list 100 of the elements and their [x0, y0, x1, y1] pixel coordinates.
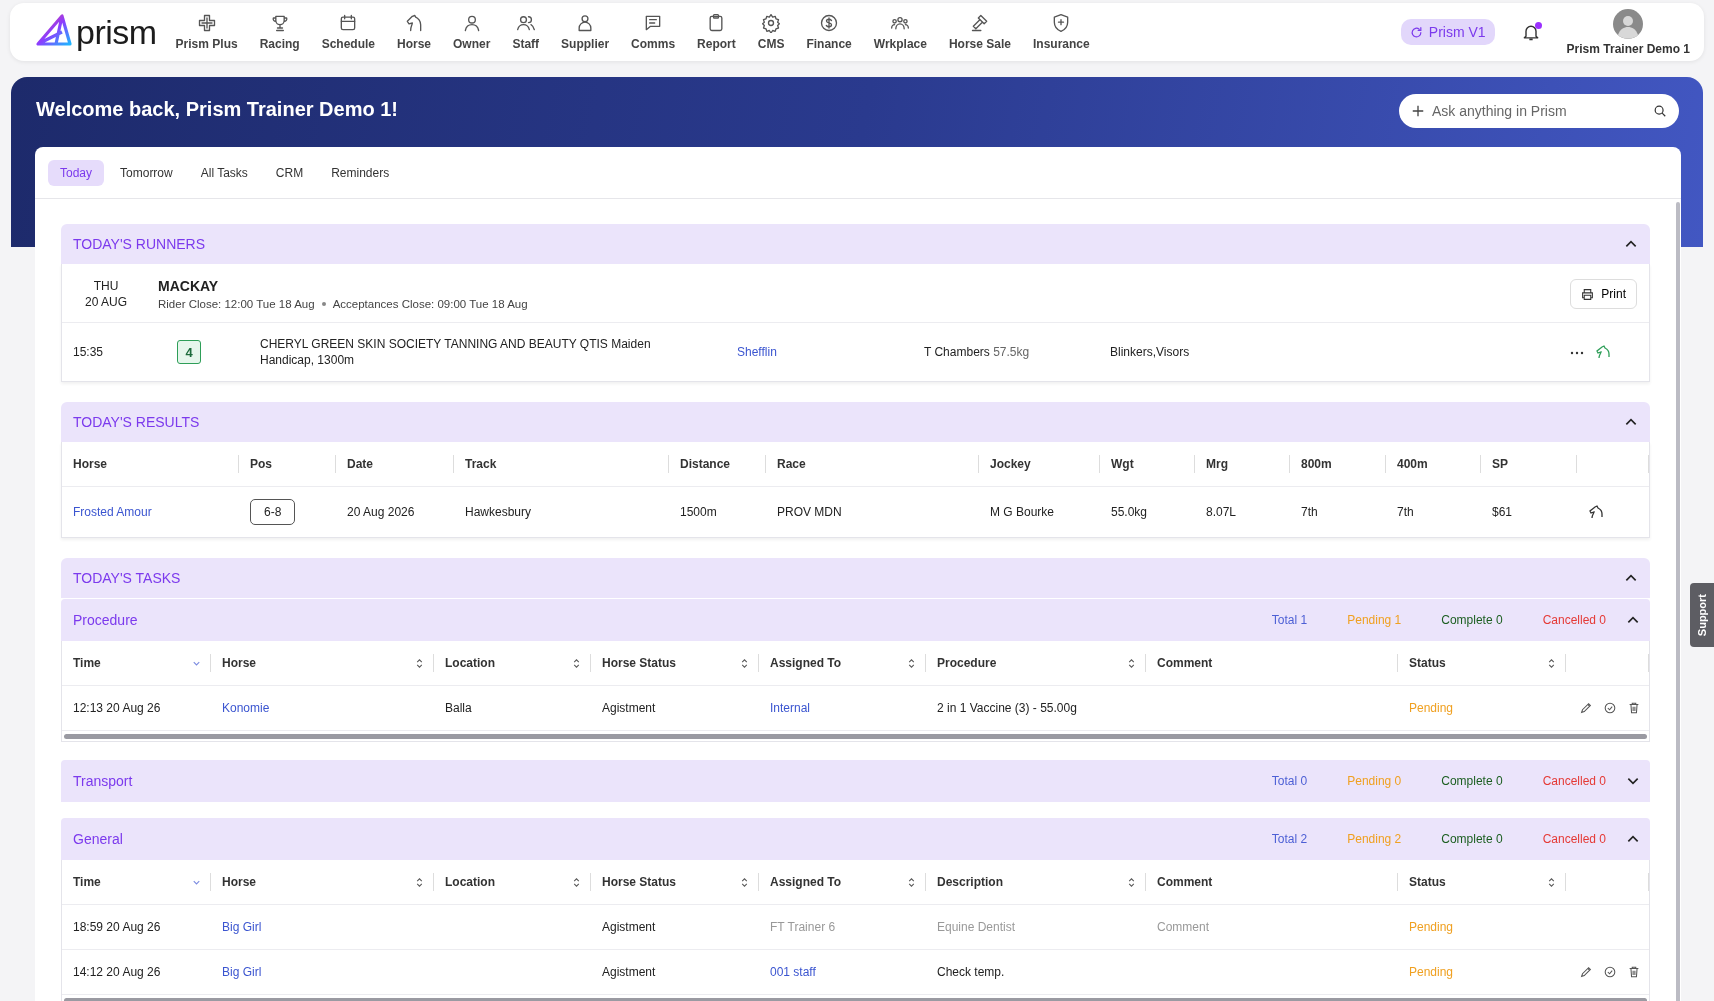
nav-item[interactable]: Owner [442, 13, 502, 51]
column-header[interactable]: Assigned To [770, 656, 842, 671]
column-header[interactable]: Comment [1157, 656, 1213, 671]
group-header[interactable]: Transport Total 0 Pending 0 Complete 0 Cancelled 0 [61, 760, 1650, 803]
column-header[interactable]: Horse Status [602, 656, 677, 671]
scrollbar[interactable] [1676, 202, 1680, 1001]
sort-icon[interactable] [1546, 876, 1557, 888]
tab[interactable]: Reminders [319, 160, 402, 186]
print-button[interactable]: Print [1570, 279, 1637, 309]
column-header[interactable]: Status [1409, 656, 1446, 671]
sort-icon[interactable] [1126, 657, 1137, 669]
sort-icon[interactable] [906, 876, 917, 888]
trash-icon[interactable] [1627, 701, 1641, 716]
nav-item[interactable]: Wrkplace [862, 13, 938, 51]
scrollbar[interactable] [64, 734, 1647, 740]
column-header[interactable]: Horse [222, 656, 256, 671]
cancelled-count: Cancelled 0 [1542, 832, 1606, 847]
column-header: Pos [239, 455, 336, 474]
section-header[interactable]: TODAY'S TASKS [61, 558, 1650, 599]
nav-item[interactable]: Finance [795, 13, 863, 51]
horse-link[interactable]: Frosted Amour [73, 505, 152, 520]
complete-count: Complete 0 [1441, 613, 1503, 628]
sort-icon[interactable] [906, 657, 917, 669]
sort-icon[interactable] [571, 876, 582, 888]
ask-field[interactable]: Ask anything in Prism [1399, 94, 1679, 128]
user-name[interactable]: Prism Trainer Demo 1 [1566, 41, 1690, 56]
column-header[interactable]: Horse Status [602, 875, 677, 890]
venue-name: MACKAY [158, 278, 220, 294]
section-title: TODAY'S TASKS [73, 570, 181, 587]
assignee-link[interactable]: 001 staff [770, 965, 816, 980]
logo-text[interactable]: prism [76, 12, 157, 52]
assignee-link[interactable]: Internal [770, 701, 811, 716]
horse-link[interactable]: Big Girl [222, 965, 262, 980]
table-cell-text: 18:59 20 Aug 26 [72, 920, 162, 935]
horse-head-icon[interactable] [1588, 504, 1604, 521]
sort-icon[interactable] [1126, 876, 1137, 888]
total-count: Total 2 [1271, 832, 1308, 847]
nav-item[interactable]: Prism Plus [164, 13, 249, 51]
column-header[interactable]: Description [937, 875, 1003, 890]
section-title: TODAY'S RUNNERS [73, 236, 206, 252]
column-header: Wgt [1100, 455, 1195, 474]
nav-item[interactable]: Comms [620, 13, 687, 51]
tab[interactable]: All Tasks [188, 160, 260, 186]
nav-item[interactable]: Staff [501, 13, 551, 51]
section-header[interactable]: TODAY'S RESULTS [61, 402, 1650, 443]
sort-icon[interactable] [414, 876, 425, 888]
tab[interactable]: Today [48, 160, 105, 186]
nav-item[interactable]: Supplier [550, 13, 621, 51]
race-time: 15:35 [73, 345, 105, 360]
table-cell-text: 7th [1396, 505, 1415, 520]
pencil-icon[interactable] [1579, 965, 1593, 980]
column-header[interactable]: Time [73, 875, 101, 890]
sort-icon[interactable] [414, 657, 425, 669]
nav-item[interactable]: Report [686, 13, 747, 51]
column-header[interactable]: Horse [222, 875, 256, 890]
table-cell-text: M G Bourke [989, 505, 1056, 520]
support-tab[interactable]: Support [1690, 583, 1714, 647]
nav-item[interactable]: CMS [746, 13, 796, 51]
nav-item[interactable]: Insurance [1021, 13, 1101, 51]
dollar-icon [819, 13, 840, 33]
table-cell-text: Pending [1408, 965, 1455, 980]
check-circle-icon[interactable] [1603, 965, 1617, 980]
jockey-weight: 57.5kg [993, 345, 1030, 360]
nav-item[interactable]: Racing [248, 13, 311, 51]
check-circle-icon[interactable] [1603, 701, 1617, 716]
column-header[interactable]: Status [1409, 875, 1446, 890]
horse-head-icon [404, 13, 424, 33]
nav-item[interactable]: Horse [386, 13, 443, 51]
tab[interactable]: Tomorrow [108, 160, 185, 186]
group-header[interactable]: Procedure Total 1 Pending 1 Complete 0 Cancelled 0 [61, 599, 1650, 642]
column-header[interactable]: Assigned To [770, 875, 842, 890]
nav-item[interactable]: Horse Sale [937, 13, 1022, 51]
pencil-icon[interactable] [1579, 701, 1593, 716]
column-header[interactable]: Procedure [937, 656, 997, 671]
sort-icon[interactable] [739, 657, 750, 669]
welcome-heading: Welcome back, Prism Trainer Demo 1! [36, 98, 398, 121]
sort-icon[interactable] [1546, 657, 1557, 669]
section-header[interactable]: TODAY'S RUNNERS [61, 224, 1650, 264]
avatar[interactable] [1613, 8, 1644, 39]
trash-icon[interactable] [1627, 965, 1641, 980]
group-header[interactable]: General Total 2 Pending 2 Complete 0 Cancelled 0 [61, 818, 1650, 861]
sort-icon[interactable] [739, 876, 750, 888]
version-button[interactable]: Prism V1 [1400, 19, 1495, 45]
tab[interactable]: CRM [263, 160, 316, 186]
table-cell-text: 55.0kg [1110, 505, 1149, 520]
sort-icon[interactable] [571, 657, 582, 669]
column-header: 800m [1290, 455, 1386, 474]
column-header[interactable]: Location [445, 656, 495, 671]
column-header[interactable]: Comment [1157, 875, 1213, 890]
table-cell-text: Hawkesbury [464, 505, 533, 520]
column-header[interactable]: Time [73, 656, 101, 671]
position-badge: 6-8 [250, 499, 296, 526]
column-header: Horse [62, 455, 239, 474]
race-name: CHERYL GREEN SKIN SOCIETY TANNING AND BEAUTY QTIS Maiden Handicap, 1300m [260, 336, 652, 369]
search-icon[interactable] [1653, 104, 1667, 118]
horse-link[interactable]: Shefflin [737, 345, 777, 360]
horse-link[interactable]: Big Girl [222, 920, 262, 935]
nav-item[interactable]: Schedule [310, 13, 386, 51]
column-header[interactable]: Location [445, 875, 495, 890]
horse-link[interactable]: Konomie [222, 701, 270, 716]
